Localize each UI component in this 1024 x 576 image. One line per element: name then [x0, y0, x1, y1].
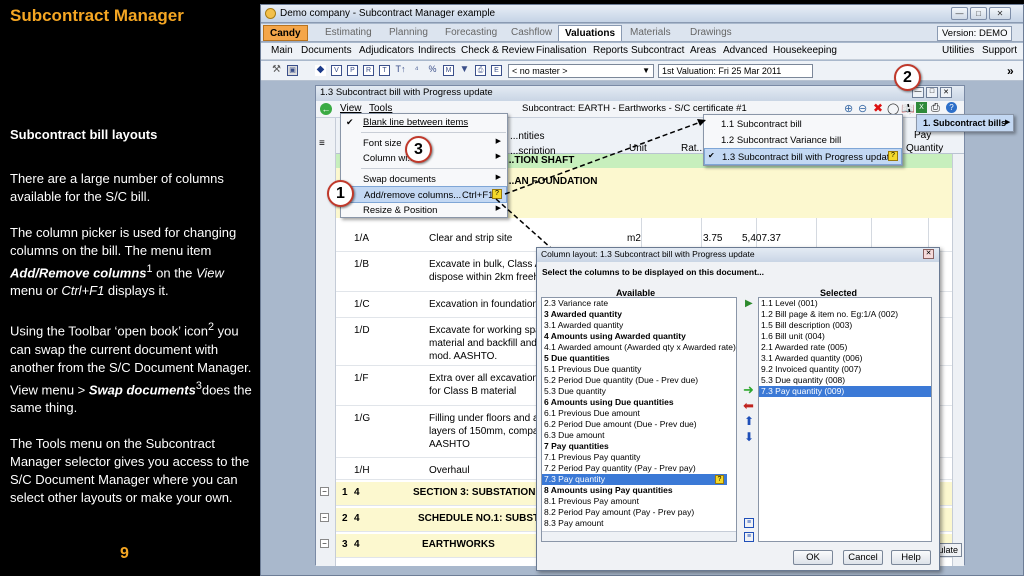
hint-icon: ?	[715, 475, 724, 484]
list-group: 3 Awarded quantity	[544, 309, 622, 319]
selected-columns-list[interactable]: 1.1 Level (001) 1.2 Bill page & item no.…	[758, 297, 932, 542]
list-item[interactable]: 1.1 Level (001)	[761, 298, 818, 309]
remove-column-arrow-icon[interactable]: ⬅	[743, 398, 754, 414]
move-all-right-icon[interactable]: ▶	[745, 298, 753, 309]
column-picker-dialog: Column layout: 1.3 Subcontract bill with…	[536, 247, 940, 571]
list-item[interactable]: 5.2 Period Due quantity (Due - Prev due)	[544, 375, 698, 386]
arrow-to-swap-menu	[504, 119, 707, 195]
callout-3: 3	[405, 136, 432, 163]
list-item[interactable]: 5.3 Due quantity (008)	[761, 375, 845, 386]
list-group: 5 Due quantities	[544, 353, 610, 363]
list-item[interactable]: 8.3 Pay amount	[544, 518, 604, 529]
list-group: 7 Pay quantities	[544, 441, 609, 451]
dialog-title: Column layout: 1.3 Subcontract bill with…	[537, 248, 939, 262]
callout-1: 1	[327, 180, 354, 207]
cancel-button[interactable]: Cancel	[843, 550, 883, 565]
help-button[interactable]: Help	[891, 550, 931, 565]
list-item[interactable]: 1.6 Bill unit (004)	[761, 331, 825, 342]
list-item[interactable]: 8.1 Previous Pay amount	[544, 496, 639, 507]
list-item[interactable]: 4.1 Awarded amount (Awarded qty x Awarde…	[544, 342, 736, 353]
horizontal-scrollbar[interactable]	[542, 531, 736, 541]
available-columns-list[interactable]: 2.3 Variance rate 3 Awarded quantity 3.1…	[541, 297, 737, 542]
list-item[interactable]: 1.5 Bill description (003)	[761, 320, 852, 331]
ok-button[interactable]: OK	[793, 550, 833, 565]
list-item[interactable]: 2.1 Awarded rate (005)	[761, 342, 847, 353]
arrow-head	[697, 119, 706, 126]
dialog-instruction: Select the columns to be displayed on th…	[542, 267, 764, 277]
list-item[interactable]: 3.1 Awarded quantity	[544, 320, 623, 331]
arrow-to-bills-menu	[907, 103, 911, 115]
move-down-arrow-icon[interactable]: ⬇	[744, 430, 754, 444]
list-item[interactable]: 2.3 Variance rate	[544, 298, 608, 309]
list-group: 8 Amounts using Pay quantities	[544, 485, 673, 495]
save-layout-icon[interactable]: ≡	[744, 518, 754, 528]
list-item[interactable]: 9.2 Invoiced quantity (007)	[761, 364, 861, 375]
list-item[interactable]: 6.3 Due amount	[544, 430, 604, 441]
list-item[interactable]: 6.1 Previous Due amount	[544, 408, 640, 419]
list-item[interactable]: 7.1 Previous Pay quantity	[544, 452, 640, 463]
list-item[interactable]: 6.2 Period Due amount (Due - Prev due)	[544, 419, 697, 430]
load-layout-icon[interactable]: ≡	[744, 532, 754, 542]
list-item[interactable]: 8.2 Period Pay amount (Pay - Prev pay)	[544, 507, 694, 518]
list-item[interactable]: 7.2 Period Pay quantity (Pay - Prev pay)	[544, 463, 696, 474]
add-column-arrow-icon[interactable]: ➜	[743, 382, 754, 398]
dialog-close-button[interactable]: ✕	[923, 249, 934, 259]
list-item-selected[interactable]: 7.3 Pay quantity?	[542, 474, 727, 485]
move-up-arrow-icon[interactable]: ⬆	[744, 414, 754, 428]
list-item-selected[interactable]: 7.3 Pay quantity (009)	[759, 386, 931, 397]
list-group: 4 Amounts using Awarded quantity	[544, 331, 686, 341]
list-item[interactable]: 5.1 Previous Due quantity	[544, 364, 641, 375]
list-group: 6 Amounts using Due quantities	[544, 397, 674, 407]
callout-2: 2	[894, 64, 921, 91]
list-item[interactable]: 1.2 Bill page & item no. Eg:1/A (002)	[761, 309, 898, 320]
list-item[interactable]: 3.1 Awarded quantity (006)	[761, 353, 862, 364]
list-item[interactable]: 5.3 Due quantity	[544, 386, 606, 397]
